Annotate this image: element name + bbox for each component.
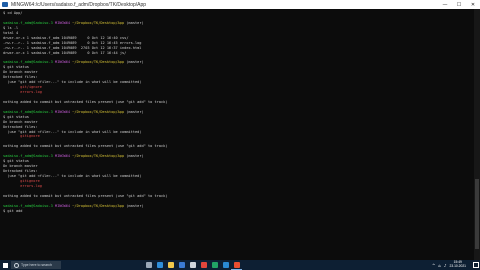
terminal-text-segment: sadaiso.f_adm@Sadaiso-3 bbox=[3, 109, 53, 114]
terminal-text-segment: -rw-r--r-- 1 sadaiso.f_adm 1049089 0 Oct… bbox=[3, 40, 142, 45]
tray-chevron-icon[interactable]: ^ bbox=[432, 263, 435, 268]
search-icon bbox=[14, 262, 19, 268]
terminal-text-segment: Untracked files: bbox=[3, 169, 38, 173]
taskbar-app-button[interactable] bbox=[198, 260, 209, 270]
taskbar-app-button[interactable] bbox=[143, 260, 154, 270]
terminal-text-segment: On branch master bbox=[3, 164, 38, 169]
terminal-text-segment: errors.log bbox=[3, 90, 42, 94]
terminal-text-segment: (use "git add <file>..." to include in w… bbox=[3, 80, 142, 85]
taskbar-app-button[interactable] bbox=[176, 260, 187, 270]
close-button[interactable]: ✕ bbox=[466, 0, 480, 9]
terminal-text-segment: (master) bbox=[124, 60, 144, 65]
terminal-text-segment: (master) bbox=[124, 203, 144, 208]
terminal-text-segment: (use "git add <file>..." to include in w… bbox=[3, 173, 142, 178]
terminal-text-segment: $ git status bbox=[3, 65, 29, 70]
terminal-text-segment: $ cd App/ bbox=[3, 11, 23, 15]
terminal-text-segment: $ git add bbox=[3, 208, 23, 213]
terminal-text-segment: $ git status bbox=[3, 114, 29, 119]
network-icon[interactable]: ⌂ bbox=[438, 263, 441, 268]
git-bash-app-icon bbox=[2, 2, 8, 7]
terminal-text-segment: nothing added to commit but untracked fi… bbox=[3, 144, 168, 149]
windows-logo-icon bbox=[2, 262, 8, 268]
terminal-text-segment: Untracked files: bbox=[3, 124, 38, 129]
terminal-text-segment: MINGW64 bbox=[52, 154, 73, 159]
notification-center-button[interactable] bbox=[472, 260, 480, 270]
window-controls: — ☐ ✕ bbox=[438, 0, 480, 9]
terminal-text-segment: ~/Dropbox/TK/Desktop/App bbox=[72, 154, 125, 159]
maximize-button[interactable]: ☐ bbox=[452, 0, 466, 9]
taskbar-app-button[interactable] bbox=[165, 260, 176, 270]
terminal-line: $ git add bbox=[3, 209, 474, 214]
terminal-text-segment: (master) bbox=[124, 109, 144, 114]
excel-icon bbox=[211, 262, 218, 268]
terminal-text-segment: ~/Dropbox/TK/Desktop/App bbox=[72, 60, 125, 65]
mail-icon bbox=[178, 262, 185, 268]
taskbar-apps bbox=[143, 260, 242, 270]
terminal-text-segment: MINGW64 bbox=[52, 20, 73, 25]
terminal-text-segment: $ git status bbox=[3, 159, 29, 164]
terminal-text-segment: ~/Dropbox/TK/Desktop/App bbox=[72, 20, 125, 25]
terminal-text-segment: errors.log bbox=[3, 183, 42, 188]
terminal-text-segment: On branch master bbox=[3, 70, 38, 75]
terminal-text-segment: drwxr-xr-x 1 sadaiso.f_adm 1049089 0 Oct… bbox=[3, 50, 127, 55]
scrollbar-thumb[interactable] bbox=[475, 179, 479, 249]
taskbar-search-box[interactable]: Type here to search bbox=[11, 261, 61, 269]
taskbar-app-button[interactable] bbox=[187, 260, 198, 270]
start-button[interactable] bbox=[0, 260, 10, 270]
volume-icon[interactable]: ♪ bbox=[444, 263, 447, 268]
terminal-text-segment: nothing added to commit but untracked fi… bbox=[3, 99, 168, 104]
terminal-text-segment: MINGW64 bbox=[52, 60, 73, 65]
terminal-scrollbar[interactable] bbox=[474, 9, 480, 260]
terminal-text-segment: (master) bbox=[124, 154, 144, 159]
vscode-icon bbox=[222, 262, 229, 268]
file-explorer-icon bbox=[167, 262, 174, 268]
chrome-icon bbox=[200, 262, 207, 268]
notification-icon bbox=[473, 262, 479, 268]
system-tray: ^ ⌂ ♪ 15:49 23.10.2021 bbox=[432, 260, 480, 270]
terminal-text-segment: MINGW64 bbox=[52, 109, 73, 114]
taskbar-clock[interactable]: 15:49 23.10.2021 bbox=[449, 261, 466, 268]
terminal-text-segment: -rw-r--r-- 1 sadaiso.f_adm 1049089 2703 … bbox=[3, 45, 142, 50]
window-title: MINGW64:/c/Users/sadaiso.f_adm/Dropbox/T… bbox=[11, 1, 147, 8]
terminal-text-segment: (master) bbox=[124, 20, 144, 25]
clock-date: 23.10.2021 bbox=[449, 264, 466, 268]
terminal-text-segment: ~/Dropbox/TK/Desktop/App bbox=[72, 109, 125, 114]
terminal-text-segment: gitignore bbox=[3, 134, 40, 139]
terminal-text-segment: git/ignore bbox=[3, 85, 42, 90]
terminal-text-segment: ~/Dropbox/TK/Desktop/App bbox=[72, 203, 125, 208]
terminal-text-segment: $ ls -l bbox=[3, 25, 19, 30]
terminal-text-segment: total 4 bbox=[3, 30, 19, 35]
terminal-text-segment: sadaiso.f_adm@Sadaiso-3 bbox=[3, 20, 53, 25]
terminal-text-segment: drwxr-xr-x 1 sadaiso.f_adm 1049089 0 Oct… bbox=[3, 35, 129, 40]
edge-icon bbox=[156, 262, 163, 268]
task-view-icon bbox=[145, 262, 152, 268]
taskbar-app-button[interactable] bbox=[231, 260, 242, 270]
git-bash-icon bbox=[233, 261, 240, 268]
terminal-text-segment: On branch master bbox=[3, 119, 38, 124]
terminal-text-segment: gitignore bbox=[3, 178, 40, 183]
terminal-text-segment: sadaiso.f_adm@Sadaiso-3 bbox=[3, 60, 53, 65]
taskbar-app-button[interactable] bbox=[209, 260, 220, 270]
terminal-text-segment: sadaiso.f_adm@Sadaiso-3 bbox=[3, 203, 53, 208]
terminal-text-segment: Untracked files: bbox=[3, 75, 38, 80]
terminal-text-segment: (use "git add <file>..." to include in w… bbox=[3, 129, 142, 134]
taskbar-app-button[interactable] bbox=[220, 260, 231, 270]
minimize-button[interactable]: — bbox=[438, 0, 452, 9]
terminal-text-segment: MINGW64 bbox=[52, 203, 73, 208]
store-icon bbox=[189, 262, 196, 268]
taskbar: Type here to search ^ ⌂ ♪ 15:49 23.10.20… bbox=[0, 260, 480, 270]
terminal-text-segment: nothing added to commit but untracked fi… bbox=[3, 193, 168, 198]
search-placeholder: Type here to search bbox=[21, 263, 52, 267]
taskbar-app-button[interactable] bbox=[154, 260, 165, 270]
window-titlebar[interactable]: MINGW64:/c/Users/sadaiso.f_adm/Dropbox/T… bbox=[0, 0, 480, 9]
terminal-output[interactable]: $ cd App/ sadaiso.f_adm@Sadaiso-3 MINGW6… bbox=[0, 9, 474, 260]
terminal-text-segment: sadaiso.f_adm@Sadaiso-3 bbox=[3, 154, 53, 159]
